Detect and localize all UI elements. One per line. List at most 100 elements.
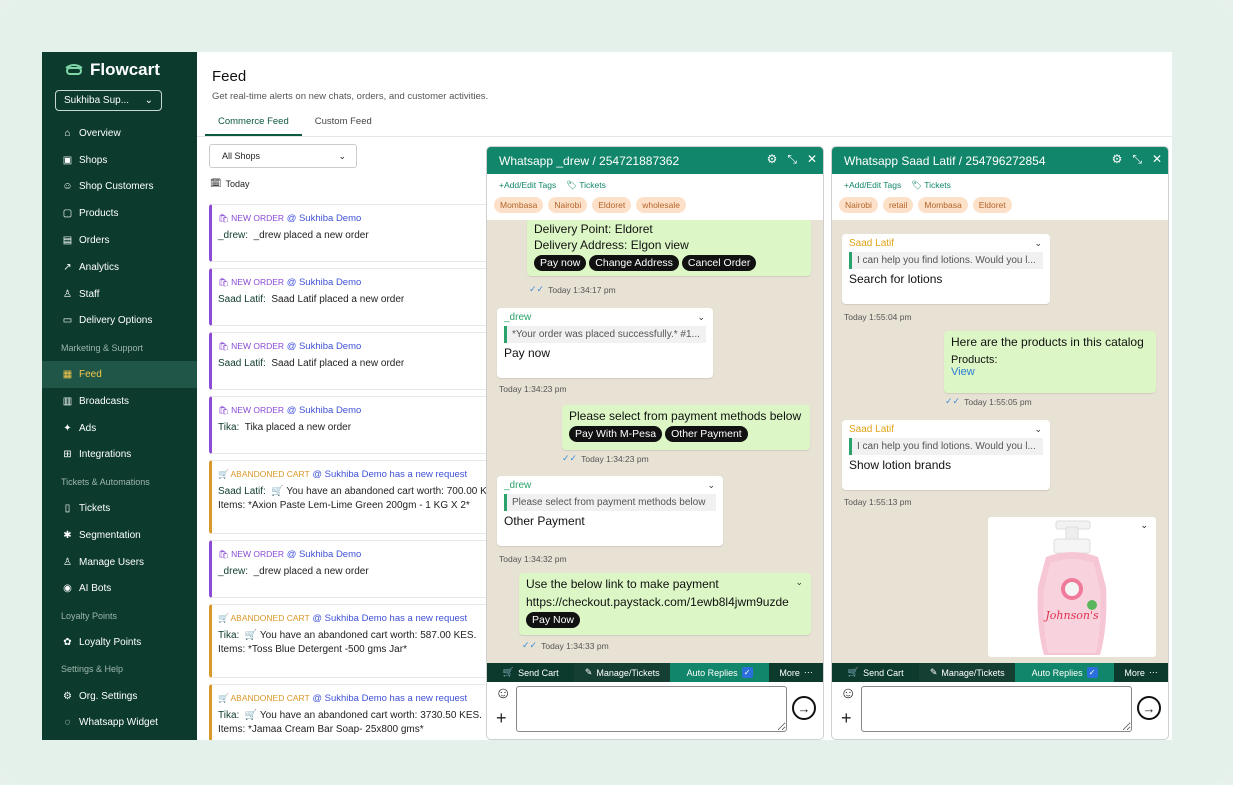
sidebar-item-overview[interactable]: ⌂ Overview: [42, 120, 197, 147]
feed-item-shop[interactable]: @ Sukhiba Demo: [287, 549, 362, 560]
checkbox-checked-icon[interactable]: ✓: [741, 667, 753, 678]
feed-item-new-order[interactable]: 🛍 NEW ORDER @ Sukhiba Demo _drew: _drew p…: [209, 540, 489, 598]
send-cart-button[interactable]: 🛒 Send Cart: [487, 663, 574, 682]
tag-chip[interactable]: retail: [882, 197, 914, 213]
feed-item-shop[interactable]: @ Sukhiba Demo: [287, 341, 362, 352]
feed-item-shop[interactable]: @ Sukhiba Demo has a new request: [312, 693, 467, 704]
feed-item-new-order[interactable]: 🛍 NEW ORDER @ Sukhiba Demo Tika: Tika pla…: [209, 396, 489, 454]
store-selector[interactable]: Sukhiba Sup... ⌄: [55, 90, 162, 111]
emoji-icon[interactable]: ☺: [840, 685, 856, 703]
sidebar-item-delivery-options[interactable]: ▭ Delivery Options: [42, 308, 197, 335]
tickets-button[interactable]: 🏷 Tickets: [911, 180, 951, 191]
settings-icon[interactable]: ⚙: [767, 152, 778, 167]
add-tags-button[interactable]: +Add/Edit Tags: [844, 180, 901, 191]
sidebar-item-shop-customers[interactable]: ☺ Shop Customers: [42, 174, 197, 201]
close-icon[interactable]: ✕: [807, 152, 817, 167]
sidebar-item-shops[interactable]: ▣ Shops: [42, 147, 197, 174]
sidebar-item-org-settings[interactable]: ⚙ Org. Settings: [42, 683, 197, 710]
more-label: More: [779, 667, 800, 678]
feed-item-new-order[interactable]: 🛍 NEW ORDER @ Sukhiba Demo Saad Latif: Sa…: [209, 268, 489, 326]
sidebar-item-feed[interactable]: ▦ Feed: [42, 361, 197, 388]
feed-item-shop[interactable]: @ Sukhiba Demo has a new request: [312, 613, 467, 624]
tag-chip[interactable]: Eldoret: [972, 197, 1012, 213]
feed-item-shop[interactable]: @ Sukhiba Demo has a new request: [312, 469, 467, 480]
sidebar-item-products[interactable]: ▢ Products: [42, 200, 197, 227]
more-button[interactable]: More ⋯: [769, 663, 823, 682]
message-timestamp: ✓✓ Today 1:34:17 pm: [529, 284, 616, 295]
manage-icon: ✎: [929, 667, 938, 677]
product-image-message[interactable]: ⌄ Johnson's: [988, 517, 1156, 657]
attach-plus-icon[interactable]: +: [841, 708, 852, 729]
sidebar-item-broadcasts[interactable]: ▥ Broadcasts: [42, 388, 197, 415]
sidebar-item-tickets[interactable]: ▯ Tickets: [42, 495, 197, 522]
sidebar-item-staff[interactable]: ♙ Staff: [42, 281, 197, 308]
sidebar-item-orders[interactable]: ▤ Orders: [42, 227, 197, 254]
pay-now-button[interactable]: Pay now: [534, 255, 587, 271]
logo[interactable]: Flowcart: [64, 60, 160, 80]
tag-chip[interactable]: Mombasa: [918, 197, 968, 213]
sidebar-item-whatsapp-widget[interactable]: ◌ Whatsapp Widget: [42, 710, 197, 737]
feed-item-shop[interactable]: @ Sukhiba Demo: [287, 277, 362, 288]
feed-item-shop[interactable]: @ Sukhiba Demo: [287, 405, 362, 416]
feed-icon: ▦: [62, 369, 73, 381]
change-address-button[interactable]: Change Address: [589, 255, 679, 271]
tag-chip[interactable]: Nairobi: [839, 197, 878, 213]
checkbox-checked-icon[interactable]: ✓: [1086, 667, 1098, 678]
sidebar-item-manage-users[interactable]: ♙ Manage Users: [42, 549, 197, 576]
send-cart-button[interactable]: 🛒 Send Cart: [832, 663, 919, 682]
other-payment-button[interactable]: Other Payment: [665, 426, 748, 442]
chevron-down-icon[interactable]: ⌄: [707, 480, 715, 491]
send-arrow-icon[interactable]: →: [1137, 696, 1161, 720]
message-input[interactable]: [861, 686, 1132, 732]
pay-now-button[interactable]: Pay Now: [526, 612, 581, 628]
tab-custom-feed[interactable]: Custom Feed: [302, 110, 385, 136]
chevron-down-icon[interactable]: ⌄: [1140, 520, 1148, 531]
manage-tickets-button[interactable]: ✎ Manage/Tickets: [919, 663, 1015, 682]
chevron-down-icon[interactable]: ⌄: [697, 312, 705, 323]
more-button[interactable]: More ⋯: [1114, 663, 1168, 682]
feed-item-header: 🛍 NEW ORDER @ Sukhiba Demo: [218, 549, 488, 560]
sidebar-item-ai-bots[interactable]: ◉ AI Bots: [42, 576, 197, 603]
message-timestamp: ✓✓ Today 1:34:33 pm: [522, 640, 609, 651]
attach-plus-icon[interactable]: +: [496, 708, 507, 729]
message-sender: Saad Latif: [849, 238, 895, 249]
tag-chip[interactable]: Nairobi: [548, 197, 588, 213]
tag-chip[interactable]: Mombasa: [494, 197, 544, 213]
sidebar-item-loyalty-points[interactable]: ✿ Loyalty Points: [42, 629, 197, 656]
auto-replies-toggle[interactable]: Auto Replies ✓: [669, 663, 770, 682]
feed-item-abandoned-cart[interactable]: 🛒 ABANDONED CART @ Sukhiba Demo has a ne…: [209, 460, 489, 534]
chevron-down-icon[interactable]: ⌄: [1034, 424, 1042, 435]
tab-commerce-feed[interactable]: Commerce Feed: [205, 110, 302, 136]
chevron-down-icon[interactable]: ⌄: [1034, 238, 1042, 249]
manage-tickets-button[interactable]: ✎ Manage/Tickets: [574, 663, 670, 682]
settings-icon[interactable]: ⚙: [1112, 152, 1123, 167]
pay-with-mpesa-button[interactable]: Pay With M-Pesa: [569, 426, 663, 442]
view-catalog-link[interactable]: View: [951, 366, 1149, 378]
message-text: Please select from payment methods below: [569, 409, 802, 423]
message-input[interactable]: [516, 686, 787, 732]
message-text: Search for lotions: [849, 272, 943, 286]
tickets-button[interactable]: 🏷 Tickets: [566, 180, 606, 191]
minimize-icon[interactable]: ⤡: [1132, 152, 1142, 167]
auto-replies-toggle[interactable]: Auto Replies ✓: [1014, 663, 1115, 682]
add-tags-button[interactable]: +Add/Edit Tags: [499, 180, 556, 191]
payment-link[interactable]: https://checkout.paystack.com/1ewb8l4jwm…: [526, 595, 804, 609]
sidebar-item-ads[interactable]: ✦ Ads: [42, 415, 197, 442]
sidebar-item-segmentation[interactable]: ✱ Segmentation: [42, 522, 197, 549]
send-arrow-icon[interactable]: →: [792, 696, 816, 720]
sidebar-item-integrations[interactable]: ⊞ Integrations: [42, 442, 197, 469]
sidebar-item-analytics[interactable]: ↗ Analytics: [42, 254, 197, 281]
feed-item-new-order[interactable]: 🛍 NEW ORDER @ Sukhiba Demo Saad Latif: Sa…: [209, 332, 489, 390]
feed-item-shop[interactable]: @ Sukhiba Demo: [287, 213, 362, 224]
cancel-order-button[interactable]: Cancel Order: [681, 255, 757, 271]
feed-item-new-order[interactable]: 🛍 NEW ORDER @ Sukhiba Demo _drew: _drew p…: [209, 204, 489, 262]
chevron-down-icon[interactable]: ⌄: [795, 577, 803, 588]
close-icon[interactable]: ✕: [1152, 152, 1162, 167]
emoji-icon[interactable]: ☺: [495, 685, 511, 703]
shop-filter-select[interactable]: All Shops ⌄: [209, 144, 357, 168]
tag-chip[interactable]: wholesale: [636, 197, 687, 213]
feed-item-abandoned-cart[interactable]: 🛒 ABANDONED CART @ Sukhiba Demo has a ne…: [209, 604, 489, 678]
tag-chip[interactable]: Eldoret: [592, 197, 632, 213]
feed-item-abandoned-cart[interactable]: 🛒 ABANDONED CART @ Sukhiba Demo has a ne…: [209, 684, 489, 740]
minimize-icon[interactable]: ⤡: [787, 152, 797, 167]
